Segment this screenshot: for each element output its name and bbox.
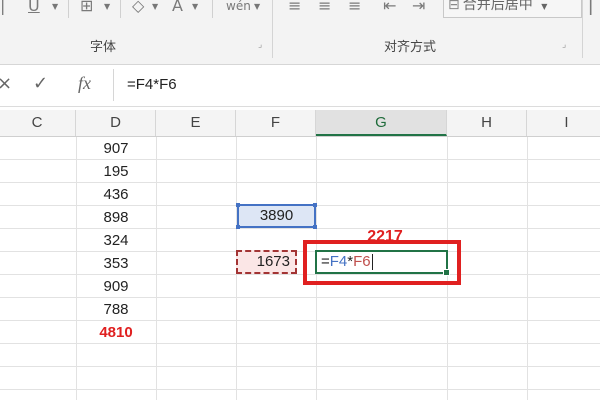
group-divider xyxy=(272,0,273,58)
font-group-label: 字体 xyxy=(90,40,117,55)
column-header-e[interactable]: E xyxy=(156,110,236,136)
ribbon-divider xyxy=(212,0,213,18)
column-header-row: C D E F G H I xyxy=(0,110,600,137)
increase-indent-icon[interactable]: ⇥ xyxy=(412,0,425,16)
underline-dropdown-icon[interactable]: ▼ xyxy=(52,0,58,14)
column-header-g[interactable]: G xyxy=(316,110,447,136)
cell-d-total[interactable]: 4810 xyxy=(76,321,156,344)
cell-d-value[interactable]: 353 xyxy=(76,252,156,275)
number-format-icon[interactable]: ▏ xyxy=(590,0,600,16)
cell-grid[interactable]: 907 195 436 898 324 353 909 788 4810 xyxy=(0,137,600,400)
formula-bar-divider xyxy=(113,69,114,101)
merge-center-label: 合并后居中 xyxy=(462,0,533,13)
formula-bar: × ✓ fx =F4*F6 xyxy=(0,65,600,107)
cell-d-value[interactable]: 898 xyxy=(76,206,156,229)
phonetic-dropdown-icon[interactable]: ▼ xyxy=(254,0,260,14)
cell-d-value[interactable]: 324 xyxy=(76,229,156,252)
font-color-icon[interactable]: A xyxy=(172,0,183,16)
grid-line xyxy=(0,389,600,390)
merge-dropdown-icon[interactable]: ▼ xyxy=(541,2,547,11)
cancel-icon[interactable]: × xyxy=(0,73,12,94)
cell-d-value[interactable]: 788 xyxy=(76,298,156,321)
cell-d-value[interactable]: 907 xyxy=(76,137,156,160)
range-handle[interactable] xyxy=(313,203,317,207)
column-header-c[interactable]: C xyxy=(0,110,76,136)
cell-f-referenced-red[interactable]: 1673 xyxy=(236,250,297,274)
fill-color-icon[interactable]: ◇ xyxy=(132,0,144,16)
cell-d-value[interactable]: 195 xyxy=(76,160,156,183)
align-middle-icon[interactable]: ≡ xyxy=(318,0,331,16)
align-top-icon[interactable]: ≡ xyxy=(288,0,301,16)
italic-icon[interactable]: | xyxy=(0,0,5,16)
decrease-indent-icon[interactable]: ⇤ xyxy=(383,0,396,16)
border-dropdown-icon[interactable]: ▼ xyxy=(104,0,110,14)
underline-icon[interactable]: U xyxy=(28,0,40,16)
column-header-h[interactable]: H xyxy=(447,110,527,136)
cell-f-referenced-blue[interactable]: 3890 xyxy=(236,203,317,229)
range-handle[interactable] xyxy=(236,225,240,229)
column-header-d[interactable]: D xyxy=(76,110,156,136)
range-handle[interactable] xyxy=(236,203,240,207)
ribbon: | U ▼ ⊞ ▼ ◇ ▼ A ▼ wén ▼ 字体 ⌟ ≡ ≡ ≡ ⇤ ⇥ ⊟… xyxy=(0,0,600,65)
cell-f-value: 3890 xyxy=(259,207,294,224)
fill-color-dropdown-icon[interactable]: ▼ xyxy=(152,0,158,14)
grid-line xyxy=(0,366,600,367)
border-icon[interactable]: ⊞ xyxy=(80,0,93,16)
formula-input[interactable]: =F4*F6 xyxy=(127,76,177,93)
range-handle[interactable] xyxy=(313,225,317,229)
font-dialog-launcher-icon[interactable]: ⌟ xyxy=(258,40,262,50)
ribbon-divider xyxy=(120,0,121,18)
group-divider xyxy=(582,0,583,58)
insert-function-icon[interactable]: fx xyxy=(78,73,91,94)
column-header-i[interactable]: I xyxy=(527,110,600,136)
grid-line xyxy=(156,137,157,400)
grid-line xyxy=(527,137,528,400)
merge-center-button[interactable]: ⊟ 合并后居中 ▼ xyxy=(443,0,582,18)
column-header-f[interactable]: F xyxy=(236,110,316,136)
merge-cells-icon: ⊟ xyxy=(448,0,460,13)
phonetic-guide-icon[interactable]: wén xyxy=(226,0,251,16)
enter-icon[interactable]: ✓ xyxy=(33,73,48,94)
align-bottom-icon[interactable]: ≡ xyxy=(348,0,361,16)
cell-d-value[interactable]: 436 xyxy=(76,183,156,206)
alignment-dialog-launcher-icon[interactable]: ⌟ xyxy=(562,40,566,50)
font-color-dropdown-icon[interactable]: ▼ xyxy=(192,0,198,14)
cell-d-value[interactable]: 909 xyxy=(76,275,156,298)
alignment-group-label: 对齐方式 xyxy=(384,40,437,55)
highlight-annotation-box xyxy=(303,240,461,285)
ribbon-divider xyxy=(68,0,69,18)
